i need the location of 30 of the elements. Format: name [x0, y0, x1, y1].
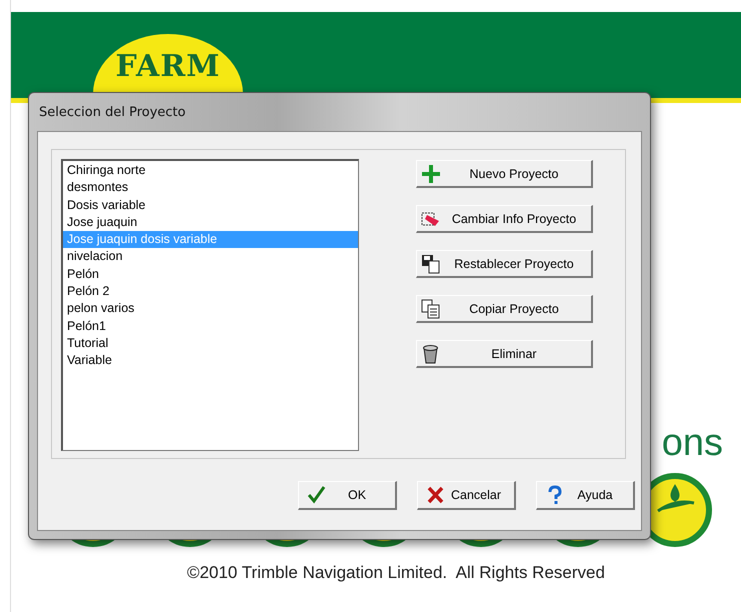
action-button[interactable]: Nuevo Proyecto: [416, 160, 593, 188]
action-button[interactable]: Restablecer Proyecto: [416, 250, 593, 278]
list-item[interactable]: pelon varios: [63, 300, 358, 318]
list-item[interactable]: desmontes: [63, 179, 358, 197]
list-item[interactable]: Chiringa norte: [63, 162, 358, 180]
copy-icon: [421, 298, 441, 318]
project-list[interactable]: Chiringa norte desmontes Dosis variable Jose juaquin Jose juaquin dosis variable nivelacion Pelón Pelón 2 pelon varios Pelón1 Tutorial Variable: [61, 159, 359, 451]
list-item[interactable]: Tutorial: [63, 334, 358, 352]
list-item[interactable]: Jose juaquin: [63, 214, 358, 232]
list-item[interactable]: Pelón 2: [63, 283, 358, 300]
check-icon: [307, 485, 327, 505]
logo-text: FARM: [116, 52, 220, 82]
heading-text: ons: [662, 423, 723, 463]
list-item[interactable]: Dosis variable: [63, 196, 358, 214]
list-item[interactable]: Pelón: [63, 266, 358, 284]
list-item[interactable]: Variable: [63, 352, 358, 370]
action-button[interactable]: Copiar Proyecto: [416, 295, 593, 323]
copyright-text: ©2010 Trimble Navigation Limited. All Rights Reserved: [186, 563, 606, 583]
dialog-button[interactable]: Cancelar: [417, 481, 516, 510]
trash-icon: [421, 344, 441, 364]
action-button[interactable]: Eliminar: [416, 340, 593, 368]
list-item[interactable]: Pelón1: [63, 318, 358, 335]
dialog-button[interactable]: Ayuda: [536, 481, 635, 510]
plus-icon: [421, 164, 441, 184]
window-title: Seleccion del Proyecto: [39, 104, 186, 120]
cross-icon: [426, 485, 446, 505]
disk-icon: [421, 254, 441, 274]
list-item[interactable]: nivelacion: [63, 248, 358, 266]
action-button[interactable]: Cambiar Info Proyecto: [416, 205, 593, 233]
dialog-button[interactable]: OK: [298, 481, 397, 510]
